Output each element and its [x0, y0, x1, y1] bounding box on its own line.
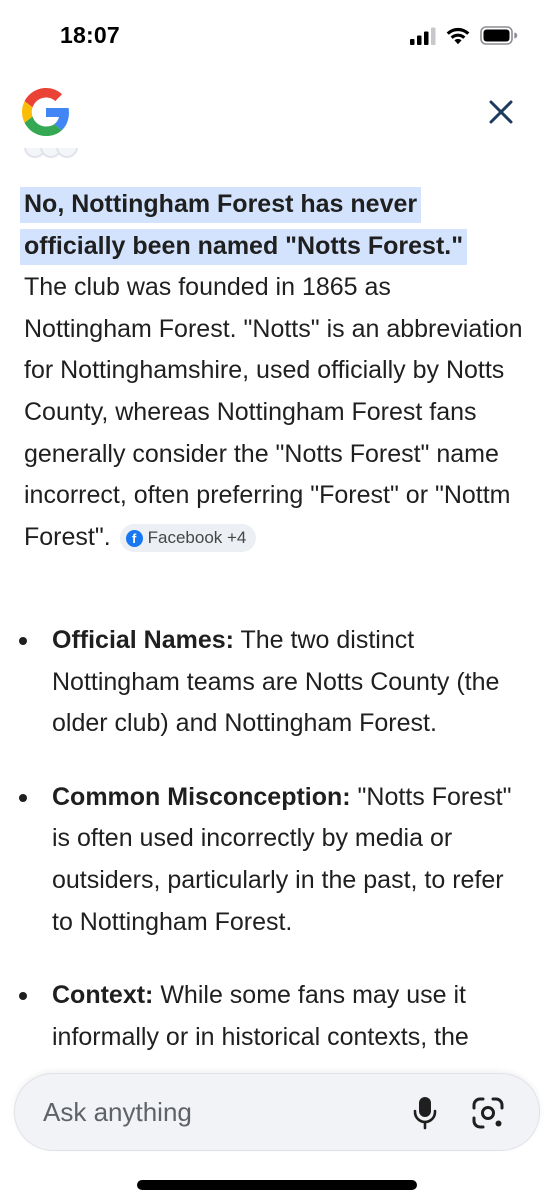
source-chip-facebook[interactable]: f Facebook +4 — [119, 524, 257, 553]
microphone-icon[interactable] — [413, 1096, 437, 1130]
ask-bar — [14, 1073, 540, 1151]
answer-highlight-line-1: No, Nottingham Forest has never — [20, 187, 422, 223]
bullet-point — [19, 793, 27, 802]
google-lens-icon[interactable] — [471, 1096, 505, 1130]
answer-body: The club was founded in 1865 as Nottingh… — [24, 273, 523, 551]
status-time: 18:07 — [60, 22, 120, 48]
app-header — [0, 80, 554, 144]
battery-icon — [480, 26, 518, 45]
bullet-title: Context: — [52, 981, 154, 1010]
bullet-title: Common Misconception: — [52, 782, 351, 811]
home-indicator[interactable] — [137, 1180, 417, 1190]
cellular-signal-icon — [410, 27, 436, 45]
bullet-point — [19, 992, 27, 1001]
bullet-point — [19, 637, 27, 645]
source-avatars-cutoff — [24, 148, 84, 162]
answer-scroll-area[interactable]: No, Nottingham Forest has never official… — [0, 144, 554, 1056]
list-item: Common Misconception: "Notts Forest" is … — [0, 777, 554, 943]
ai-answer-paragraph: No, Nottingham Forest has never official… — [20, 184, 524, 558]
ask-input[interactable] — [43, 1074, 383, 1150]
google-g-logo — [22, 88, 69, 136]
google-ai-answer-screen: 18:07 No, Nottingham Forest has never of… — [0, 0, 554, 1200]
status-icons — [410, 26, 518, 45]
answer-bullet-list: Official Names: The two distinct Notting… — [0, 620, 554, 1056]
list-item: Context: While some fans may use it info… — [0, 975, 554, 1056]
bullet-title: Official Names: — [52, 626, 235, 654]
list-item: Official Names: The two distinct Notting… — [0, 620, 554, 745]
source-chip-label: Facebook +4 — [147, 528, 247, 548]
close-button[interactable] — [486, 97, 516, 127]
status-bar: 18:07 — [0, 0, 554, 72]
facebook-icon: f — [125, 529, 143, 547]
wifi-icon — [446, 27, 470, 45]
answer-highlight-line-2: officially been named "Notts Forest." — [20, 228, 468, 265]
